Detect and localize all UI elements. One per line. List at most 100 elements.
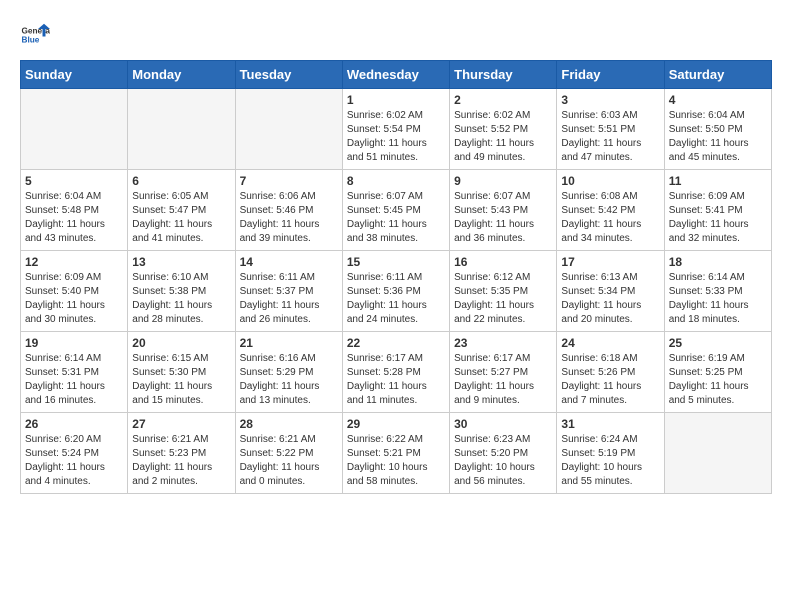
- day-info: Sunrise: 6:02 AMSunset: 5:54 PMDaylight:…: [347, 109, 445, 165]
- day-info: Sunrise: 6:22 AMSunset: 5:21 PMDaylight:…: [347, 433, 445, 489]
- day-info: Sunrise: 6:09 AMSunset: 5:40 PMDaylight:…: [25, 271, 123, 327]
- calendar-day-cell: 18Sunrise: 6:14 AMSunset: 5:33 PMDayligh…: [664, 251, 771, 332]
- day-number: 8: [347, 174, 445, 188]
- day-info: Sunrise: 6:19 AMSunset: 5:25 PMDaylight:…: [669, 352, 767, 408]
- calendar-day-cell: 8 Sunrise: 6:07 AMSunset: 5:45 PMDaylight…: [342, 170, 449, 251]
- day-info: Sunrise: 6:04 AMSunset: 5:48 PMDaylight:…: [25, 190, 123, 246]
- day-number: 2: [454, 93, 552, 107]
- calendar-day-cell: 16 Sunrise: 6:12 AMSunset: 5:35 PMDayligh…: [450, 251, 557, 332]
- day-info: Sunrise: 6:17 AMSunset: 5:27 PMDaylight:…: [454, 352, 552, 408]
- day-number: 10: [561, 174, 659, 188]
- day-info: Sunrise: 6:03 AMSunset: 5:51 PMDaylight:…: [561, 109, 659, 165]
- calendar-day-cell: 29 Sunrise: 6:22 AMSunset: 5:21 PMDayligh…: [342, 413, 449, 494]
- weekday-header: Tuesday: [235, 61, 342, 89]
- day-number: 24: [561, 336, 659, 350]
- day-number: 4: [669, 93, 767, 107]
- calendar-day-cell: 28 Sunrise: 6:21 AMSunset: 5:22 PMDayligh…: [235, 413, 342, 494]
- day-number: 12: [25, 255, 123, 269]
- logo-icon: General Blue: [20, 20, 50, 50]
- day-number: 16: [454, 255, 552, 269]
- svg-text:Blue: Blue: [22, 36, 40, 45]
- day-number: 30: [454, 417, 552, 431]
- day-info: Sunrise: 6:07 AMSunset: 5:45 PMDaylight:…: [347, 190, 445, 246]
- day-number: 1: [347, 93, 445, 107]
- calendar-day-cell: 27 Sunrise: 6:21 AMSunset: 5:23 PMDayligh…: [128, 413, 235, 494]
- calendar-day-cell: 13 Sunrise: 6:10 AMSunset: 5:38 PMDayligh…: [128, 251, 235, 332]
- day-info: Sunrise: 6:13 AMSunset: 5:34 PMDaylight:…: [561, 271, 659, 327]
- day-info: Sunrise: 6:15 AMSunset: 5:30 PMDaylight:…: [132, 352, 230, 408]
- calendar-day-cell: 20 Sunrise: 6:15 AMSunset: 5:30 PMDayligh…: [128, 332, 235, 413]
- calendar-day-cell: 6Sunrise: 6:05 AMSunset: 5:47 PMDaylight…: [128, 170, 235, 251]
- day-number: 23: [454, 336, 552, 350]
- weekday-header-row: SundayMondayTuesdayWednesdayThursdayFrid…: [21, 61, 772, 89]
- weekday-header: Monday: [128, 61, 235, 89]
- weekday-header: Thursday: [450, 61, 557, 89]
- day-info: Sunrise: 6:17 AMSunset: 5:28 PMDaylight:…: [347, 352, 445, 408]
- weekday-header: Saturday: [664, 61, 771, 89]
- calendar-day-cell: 22 Sunrise: 6:17 AMSunset: 5:28 PMDayligh…: [342, 332, 449, 413]
- day-number: 3: [561, 93, 659, 107]
- calendar-day-cell: 2 Sunrise: 6:02 AMSunset: 5:52 PMDaylight…: [450, 89, 557, 170]
- day-info: Sunrise: 6:21 AMSunset: 5:23 PMDaylight:…: [132, 433, 230, 489]
- day-number: 17: [561, 255, 659, 269]
- day-number: 25: [669, 336, 767, 350]
- calendar-day-cell: 14 Sunrise: 6:11 AMSunset: 5:37 PMDayligh…: [235, 251, 342, 332]
- day-info: Sunrise: 6:14 AMSunset: 5:33 PMDaylight:…: [669, 271, 767, 327]
- day-info: Sunrise: 6:24 AMSunset: 5:19 PMDaylight:…: [561, 433, 659, 489]
- day-info: Sunrise: 6:05 AMSunset: 5:47 PMDaylight:…: [132, 190, 230, 246]
- calendar-table: SundayMondayTuesdayWednesdayThursdayFrid…: [20, 60, 772, 494]
- day-info: Sunrise: 6:08 AMSunset: 5:42 PMDaylight:…: [561, 190, 659, 246]
- calendar-day-cell: [664, 413, 771, 494]
- day-info: Sunrise: 6:11 AMSunset: 5:36 PMDaylight:…: [347, 271, 445, 327]
- logo: General Blue: [20, 20, 50, 50]
- day-info: Sunrise: 6:10 AMSunset: 5:38 PMDaylight:…: [132, 271, 230, 327]
- calendar-day-cell: 21 Sunrise: 6:16 AMSunset: 5:29 PMDayligh…: [235, 332, 342, 413]
- calendar-day-cell: [235, 89, 342, 170]
- day-number: 29: [347, 417, 445, 431]
- day-info: Sunrise: 6:16 AMSunset: 5:29 PMDaylight:…: [240, 352, 338, 408]
- day-number: 22: [347, 336, 445, 350]
- weekday-header: Wednesday: [342, 61, 449, 89]
- day-number: 26: [25, 417, 123, 431]
- calendar-week-row: 12 Sunrise: 6:09 AMSunset: 5:40 PMDayligh…: [21, 251, 772, 332]
- calendar-day-cell: 10 Sunrise: 6:08 AMSunset: 5:42 PMDayligh…: [557, 170, 664, 251]
- calendar-week-row: 5 Sunrise: 6:04 AMSunset: 5:48 PMDaylight…: [21, 170, 772, 251]
- day-info: Sunrise: 6:18 AMSunset: 5:26 PMDaylight:…: [561, 352, 659, 408]
- day-number: 19: [25, 336, 123, 350]
- day-info: Sunrise: 6:02 AMSunset: 5:52 PMDaylight:…: [454, 109, 552, 165]
- day-number: 5: [25, 174, 123, 188]
- calendar-day-cell: 24 Sunrise: 6:18 AMSunset: 5:26 PMDayligh…: [557, 332, 664, 413]
- calendar-day-cell: 1 Sunrise: 6:02 AMSunset: 5:54 PMDaylight…: [342, 89, 449, 170]
- calendar-day-cell: 19 Sunrise: 6:14 AMSunset: 5:31 PMDayligh…: [21, 332, 128, 413]
- day-info: Sunrise: 6:12 AMSunset: 5:35 PMDaylight:…: [454, 271, 552, 327]
- day-number: 21: [240, 336, 338, 350]
- calendar-day-cell: 26 Sunrise: 6:20 AMSunset: 5:24 PMDayligh…: [21, 413, 128, 494]
- calendar-day-cell: 11Sunrise: 6:09 AMSunset: 5:41 PMDayligh…: [664, 170, 771, 251]
- day-info: Sunrise: 6:23 AMSunset: 5:20 PMDaylight:…: [454, 433, 552, 489]
- weekday-header: Friday: [557, 61, 664, 89]
- page-header: General Blue: [20, 20, 772, 50]
- day-number: 27: [132, 417, 230, 431]
- day-info: Sunrise: 6:06 AMSunset: 5:46 PMDaylight:…: [240, 190, 338, 246]
- day-number: 20: [132, 336, 230, 350]
- calendar-day-cell: [21, 89, 128, 170]
- calendar-day-cell: 23 Sunrise: 6:17 AMSunset: 5:27 PMDayligh…: [450, 332, 557, 413]
- calendar-week-row: 1 Sunrise: 6:02 AMSunset: 5:54 PMDaylight…: [21, 89, 772, 170]
- day-info: Sunrise: 6:21 AMSunset: 5:22 PMDaylight:…: [240, 433, 338, 489]
- day-info: Sunrise: 6:14 AMSunset: 5:31 PMDaylight:…: [25, 352, 123, 408]
- day-number: 31: [561, 417, 659, 431]
- day-info: Sunrise: 6:07 AMSunset: 5:43 PMDaylight:…: [454, 190, 552, 246]
- calendar-week-row: 19 Sunrise: 6:14 AMSunset: 5:31 PMDayligh…: [21, 332, 772, 413]
- day-info: Sunrise: 6:20 AMSunset: 5:24 PMDaylight:…: [25, 433, 123, 489]
- day-number: 15: [347, 255, 445, 269]
- day-number: 11: [669, 174, 767, 188]
- day-number: 28: [240, 417, 338, 431]
- calendar-day-cell: 30 Sunrise: 6:23 AMSunset: 5:20 PMDayligh…: [450, 413, 557, 494]
- calendar-day-cell: 5 Sunrise: 6:04 AMSunset: 5:48 PMDaylight…: [21, 170, 128, 251]
- day-number: 7: [240, 174, 338, 188]
- day-number: 13: [132, 255, 230, 269]
- weekday-header: Sunday: [21, 61, 128, 89]
- calendar-day-cell: 15 Sunrise: 6:11 AMSunset: 5:36 PMDayligh…: [342, 251, 449, 332]
- day-info: Sunrise: 6:11 AMSunset: 5:37 PMDaylight:…: [240, 271, 338, 327]
- day-number: 14: [240, 255, 338, 269]
